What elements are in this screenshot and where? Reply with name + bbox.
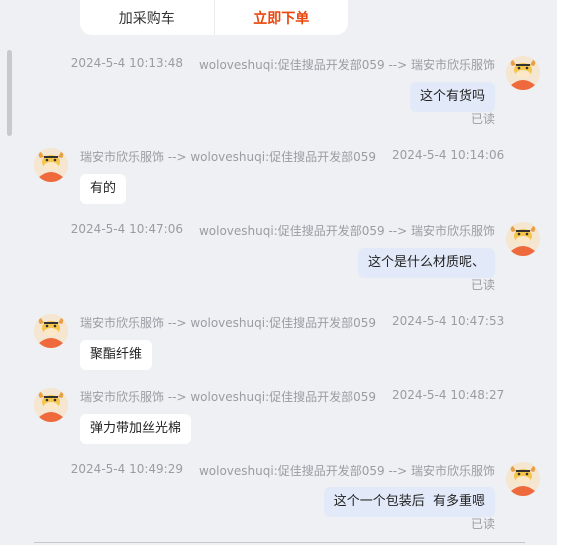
product-action-card: 加采购车 立即下单 [80,0,348,35]
message-meta: 2024-5-4 10:13:48 woloveshuqi:促佳搜品开发部059… [71,56,495,73]
message-bubble-outgoing[interactable]: 这个是什么材质呢、 [357,248,495,278]
cow-avatar-icon[interactable] [34,314,68,348]
message-meta: 瑞安市欣乐服饰 --> woloveshuqi:促佳搜品开发部059 2024-… [80,388,504,405]
message-meta: 瑞安市欣乐服饰 --> woloveshuqi:促佳搜品开发部059 2024-… [80,148,504,165]
message-time: 2024-5-4 10:14:06 [392,148,505,162]
buy-now-button[interactable]: 立即下单 [215,0,349,35]
cow-avatar-icon[interactable] [34,148,68,182]
cow-avatar-icon[interactable] [506,222,540,256]
read-receipt: 已读 [470,278,495,292]
message-route: 瑞安市欣乐服饰 --> woloveshuqi:促佳搜品开发部059 [80,316,377,330]
input-divider [34,542,525,543]
right-edge-divider [557,0,565,545]
message-meta: 瑞安市欣乐服饰 --> woloveshuqi:促佳搜品开发部059 2024-… [80,314,504,331]
message-route: woloveshuqi:促佳搜品开发部059 --> 瑞安市欣乐服饰 [198,224,495,238]
message-time: 2024-5-4 10:47:53 [392,314,505,328]
message-meta: 2024-5-4 10:47:06 woloveshuqi:促佳搜品开发部059… [71,222,495,239]
message-bubble-outgoing[interactable]: 这个一个包装后 有多重嗯 [323,487,495,517]
message-bubble-incoming[interactable]: 聚酯纤维 [80,340,153,370]
message-time: 2024-5-4 10:47:06 [70,222,183,236]
read-receipt: 已读 [470,517,495,531]
message-route: 瑞安市欣乐服饰 --> woloveshuqi:促佳搜品开发部059 [80,150,377,164]
add-to-cart-button[interactable]: 加采购车 [80,0,215,35]
message-meta: 2024-5-4 10:49:29 woloveshuqi:促佳搜品开发部059… [71,462,495,479]
message-route: 瑞安市欣乐服饰 --> woloveshuqi:促佳搜品开发部059 [80,390,377,404]
message-bubble-incoming[interactable]: 弹力带加丝光棉 [80,414,192,444]
cow-avatar-icon[interactable] [34,388,68,422]
cow-avatar-icon[interactable] [506,462,540,496]
scrollbar[interactable] [0,0,14,545]
read-receipt: 已读 [470,112,495,126]
message-bubble-incoming[interactable]: 有的 [80,174,127,204]
message-time: 2024-5-4 10:49:29 [70,462,183,476]
cow-avatar-icon[interactable] [506,56,540,90]
message-time: 2024-5-4 10:48:27 [392,388,505,402]
message-route: woloveshuqi:促佳搜品开发部059 --> 瑞安市欣乐服饰 [198,464,495,478]
scrollbar-thumb[interactable] [7,50,12,136]
message-bubble-outgoing[interactable]: 这个有货吗 [409,82,495,112]
message-route: woloveshuqi:促佳搜品开发部059 --> 瑞安市欣乐服饰 [198,58,495,72]
message-time: 2024-5-4 10:13:48 [70,56,183,70]
